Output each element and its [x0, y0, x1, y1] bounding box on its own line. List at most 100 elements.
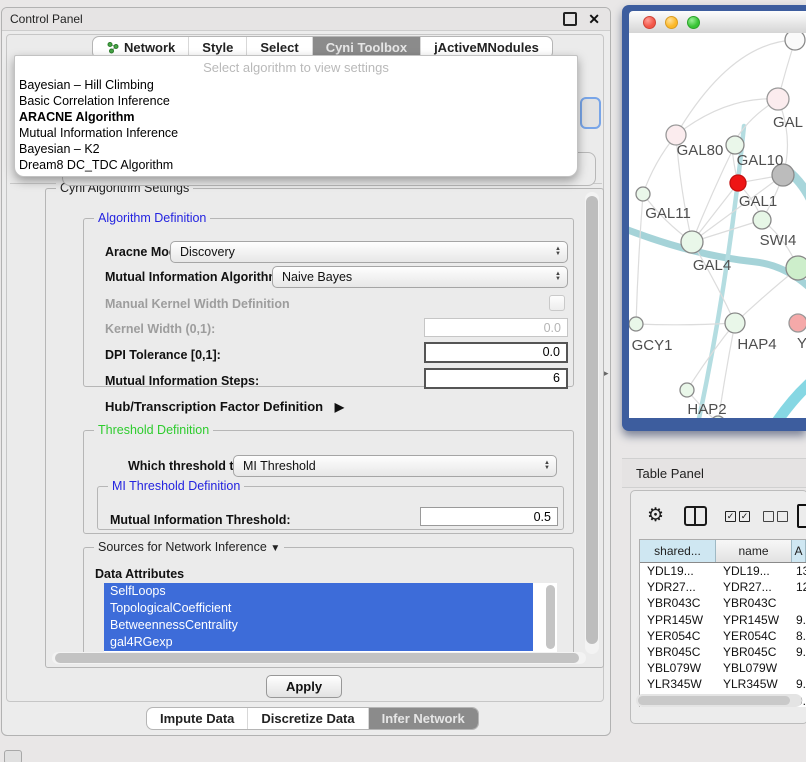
attribute-list-item[interactable]: SelfLoops — [104, 583, 533, 600]
table-row[interactable]: YBR045CYBR045C9. — [640, 644, 806, 660]
manual-kernel-width-label: Manual Kernel Width Definition — [105, 297, 290, 311]
network-node-label: HAP2 — [687, 401, 726, 418]
attribute-list-item[interactable]: gal4RGexp — [104, 634, 533, 651]
network-svg[interactable]: GALGAL80GAL10GAL1GAL11SWI4GAL4GCY1HAP4YH… — [629, 33, 806, 418]
table-panel: ⚙ ✓✓ shared...nameA YDL19...YDL19...13YD… — [630, 490, 806, 724]
table-row[interactable]: YBL079WYBL079W — [640, 660, 806, 676]
table-row[interactable]: YBR043CYBR043C — [640, 595, 806, 611]
table-row[interactable]: YDL19...YDL19...13 — [640, 563, 806, 579]
network-node-Y-pink[interactable] — [789, 314, 806, 332]
table-horizontal-scrollbar[interactable] — [636, 694, 802, 707]
network-edge — [776, 378, 806, 418]
deselect-all-checkboxes-icon[interactable] — [763, 511, 788, 522]
kernel-width-field[interactable]: 0.0 — [424, 318, 568, 337]
dropdown-item[interactable]: Dream8 DC_TDC Algorithm — [15, 157, 577, 173]
table-cell: YPR145W — [640, 612, 716, 628]
combo-arrows-icon: ▲▼ — [555, 247, 561, 257]
table-row[interactable]: YDR27...YDR27...12 — [640, 579, 806, 595]
bottom-tab-discretize-data[interactable]: Discretize Data — [248, 708, 368, 729]
close-icon[interactable]: ✕ — [588, 12, 600, 26]
table-cell: YER054C — [640, 628, 716, 644]
table-panel-header: Table Panel — [622, 458, 806, 488]
split-columns-icon[interactable] — [684, 506, 707, 526]
network-canvas[interactable]: GALGAL80GAL10GAL1GAL11SWI4GAL4GCY1HAP4YH… — [629, 33, 806, 418]
collapse-arrow-icon[interactable]: ▼ — [270, 543, 280, 554]
network-node-pink-upper[interactable] — [767, 88, 789, 110]
network-node-top-partial[interactable] — [785, 33, 805, 50]
dropdown-item[interactable]: Bayesian – Hill Climbing — [15, 77, 577, 93]
bottom-tab-impute-data[interactable]: Impute Data — [147, 708, 248, 729]
table-cell: 8. — [792, 628, 806, 644]
settings-horizontal-scrollbar[interactable] — [52, 652, 586, 664]
which-threshold-combo[interactable]: MI Threshold ▲▼ — [233, 455, 557, 477]
threshold-definition-title: Threshold Definition — [94, 423, 213, 437]
network-node-GAL4[interactable] — [681, 231, 703, 253]
network-node-GCY1[interactable] — [629, 317, 643, 331]
network-node-GAL1[interactable] — [753, 211, 771, 229]
network-node-HAP2[interactable] — [680, 383, 694, 397]
mi-threshold-field[interactable]: 0.5 — [420, 507, 558, 526]
algorithm-definition-title: Algorithm Definition — [94, 211, 210, 225]
gear-icon[interactable]: ⚙ — [647, 506, 664, 526]
mi-threshold-group-title: MI Threshold Definition — [108, 479, 244, 493]
mi-steps-label: Mutual Information Steps: — [105, 374, 259, 388]
select-all-checkboxes-icon[interactable]: ✓✓ — [725, 511, 750, 522]
network-node-SWI4[interactable] — [786, 256, 806, 280]
hub-definition-expander[interactable]: Hub/Transcription Factor Definition ▶ — [105, 399, 344, 414]
column-header[interactable]: shared... — [640, 540, 716, 562]
network-node-HAP4[interactable] — [725, 313, 745, 333]
network-node-label: GAL80 — [677, 142, 724, 159]
table-cell: YLR345W — [640, 676, 716, 692]
network-icon — [106, 41, 119, 54]
data-attributes-label: Data Attributes — [95, 567, 184, 581]
network-node-label: HAP4 — [737, 336, 776, 353]
dropdown-item[interactable]: ARACNE Algorithm — [15, 109, 577, 125]
minimize-traffic-light-icon[interactable] — [665, 16, 678, 29]
kernel-width-label: Kernel Width (0,1): — [105, 322, 215, 336]
bottom-tab-infer-network[interactable]: Infer Network — [369, 708, 478, 729]
table-cell: 9. — [792, 676, 806, 692]
column-header[interactable]: A — [792, 540, 806, 562]
float-window-icon[interactable] — [563, 12, 577, 26]
table-cell — [792, 595, 806, 611]
mi-algorithm-type-value: Naive Bayes — [282, 270, 352, 284]
attribute-list-item[interactable]: TopologicalCoefficient — [104, 600, 533, 617]
manual-kernel-width-checkbox[interactable] — [549, 295, 565, 311]
dpi-tolerance-field[interactable]: 0.0 — [424, 342, 568, 363]
new-table-icon[interactable] — [797, 504, 806, 528]
network-edge — [692, 145, 735, 242]
table-row[interactable]: YLR345WYLR345W9. — [640, 676, 806, 692]
zoom-traffic-light-icon[interactable] — [687, 16, 700, 29]
mi-steps-field[interactable]: 6 — [424, 368, 568, 389]
aracne-mode-combo[interactable]: Discovery ▲▼ — [170, 241, 568, 263]
node-table[interactable]: shared...nameA YDL19...YDL19...13YDR27..… — [639, 539, 806, 707]
window-grip-icon[interactable] — [4, 750, 22, 762]
mi-algorithm-type-combo[interactable]: Naive Bayes ▲▼ — [272, 266, 568, 288]
dropdown-item[interactable]: Bayesian – K2 — [15, 141, 577, 157]
table-cell: YLR345W — [716, 676, 792, 692]
apply-button[interactable]: Apply — [266, 675, 342, 698]
column-header[interactable]: name — [716, 540, 792, 562]
network-node-GAL10-red[interactable] — [730, 175, 746, 191]
table-row[interactable]: YER054CYER054C8. — [640, 628, 806, 644]
close-traffic-light-icon[interactable] — [643, 16, 656, 29]
table-header-row: shared...nameA — [640, 540, 806, 563]
sources-group-title: Sources for Network Inference ▼ — [94, 540, 284, 554]
focused-combo-spinner[interactable] — [580, 97, 601, 129]
table-toolbar: ⚙ ✓✓ — [631, 501, 806, 531]
dropdown-item[interactable]: Mutual Information Inference — [15, 125, 577, 141]
combo-arrows-icon: ▲▼ — [555, 272, 561, 282]
data-attributes-list[interactable]: SelfLoopsTopologicalCoefficientBetweenne… — [104, 583, 557, 653]
attributes-scrollbar[interactable] — [545, 584, 556, 651]
dropdown-item[interactable]: Basic Correlation Inference — [15, 93, 577, 109]
table-cell: YDR27... — [640, 579, 716, 595]
control-panel-title: Control Panel — [10, 12, 83, 26]
panel-resize-arrow-icon[interactable]: ▸ — [604, 368, 609, 379]
network-node-label: GAL4 — [693, 257, 731, 274]
table-rows: YDL19...YDL19...13YDR27...YDR27...12YBR0… — [640, 563, 806, 707]
network-edge — [636, 194, 643, 324]
network-node-GAL11[interactable] — [636, 187, 650, 201]
settings-vertical-scrollbar[interactable] — [585, 192, 599, 654]
table-row[interactable]: YPR145WYPR145W9. — [640, 612, 806, 628]
attribute-list-item[interactable]: BetweennessCentrality — [104, 617, 533, 634]
